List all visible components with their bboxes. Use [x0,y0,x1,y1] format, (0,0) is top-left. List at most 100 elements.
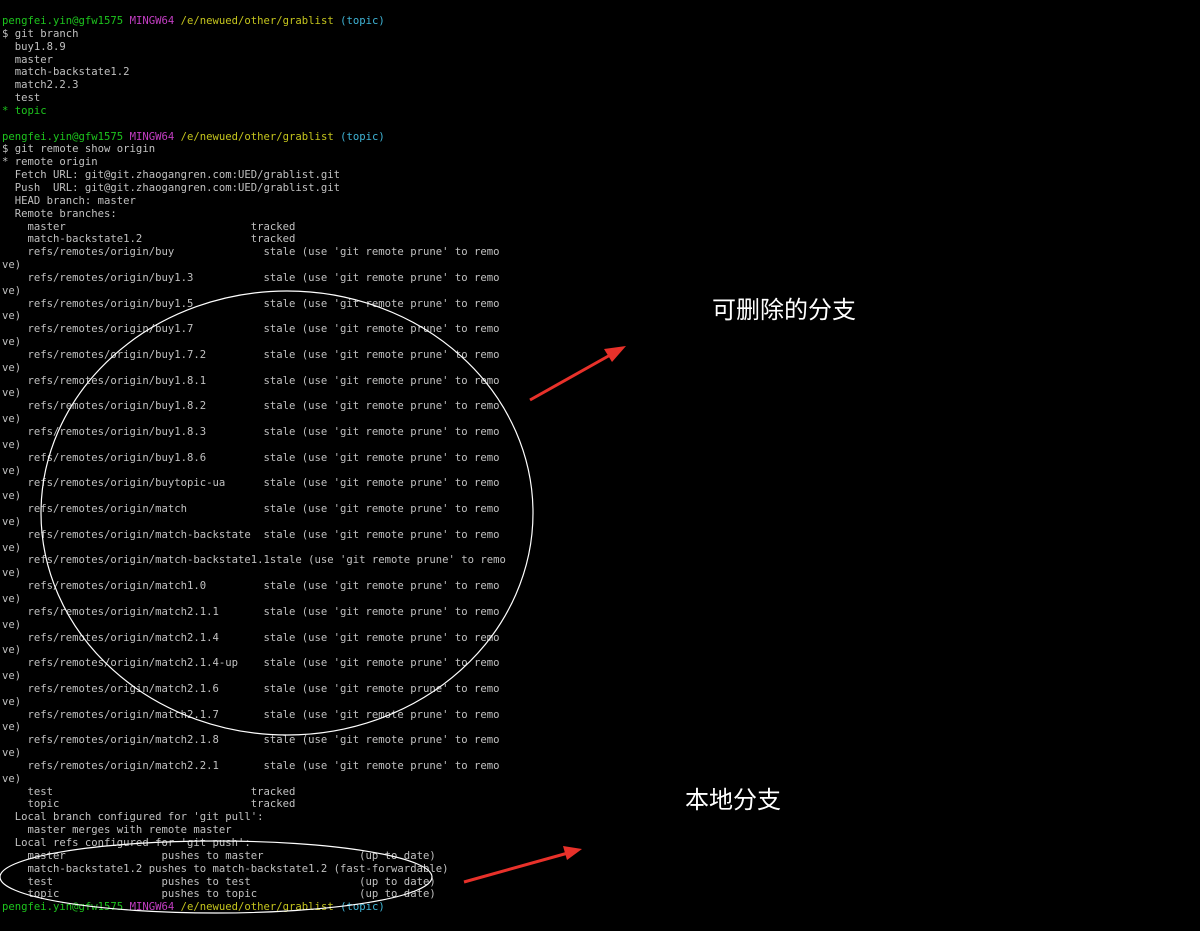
stale-ref-status: stale (use 'git remote prune' to remo [263,426,500,438]
stale-ref-status: stale (use 'git remote prune' to remo [263,759,500,772]
current-branch-item: * topic [2,105,762,118]
prompt-user: pengfei.yin@gfw1575 [2,130,124,143]
remote-info-line: master tracked [2,220,296,233]
stale-ref-status: stale (use 'git remote prune' to remo [263,323,500,336]
stale-ref-status: stale (use 'git remote prune' to remo [263,246,500,259]
stale-ref-status: stale (use 'git remote prune' to remo [263,657,500,670]
prompt-line: pengfei.yin@gfw1575 MINGW64 /e/newued/ot… [2,131,762,144]
stale-ref-wrap: ve) [2,772,22,785]
prompt-line: pengfei.yin@gfw1575 MINGW64 /e/newued/ot… [2,901,762,914]
stale-ref-name: refs/remotes/origin/match2.1.4-up [2,657,264,670]
stale-ref-wrap: ve) [2,336,22,349]
remote-info-line: match-backstate1.2 tracked [2,233,296,246]
stale-ref-wrap: ve) [2,464,22,477]
stale-ref-status: stale (use 'git remote prune' to remo [263,682,500,695]
remote-info-line: match-backstate1.2 pushes to match-backs… [2,862,449,875]
stale-ref-wrap: ve) [2,387,22,400]
stale-ref-name: refs/remotes/origin/match2.1.7 [2,708,264,721]
prompt-system: MINGW64 [129,901,175,914]
stale-ref-wrap: ve) [2,361,22,374]
prompt-system: MINGW64 [129,15,175,27]
command-text: $ git branch [2,27,79,40]
stale-ref-status: stale (use 'git remote prune' to remo [263,348,500,361]
stale-ref-name: refs/remotes/origin/buy [2,246,264,259]
stale-ref-name: refs/remotes/origin/match2.2.1 [2,759,264,772]
stale-ref-wrap: ve) [2,695,22,708]
stale-ref-name: refs/remotes/origin/buy1.8.6 [2,451,264,464]
stale-ref-line: refs/remotes/origin/match-backstate stal… [2,529,762,542]
stale-ref-wrap: ve) [2,541,22,554]
stale-ref-name: refs/remotes/origin/buy1.8.1 [2,374,264,387]
stale-ref-wrap: ve) [2,721,22,734]
stale-ref-status: stale (use 'git remote prune' to remo [263,528,500,541]
stale-ref-name: refs/remotes/origin/match2.1.1 [2,605,264,618]
remote-info-line: Fetch URL: git@git.zhaogangren.com:UED/g… [2,169,341,182]
stale-ref-status: stale (use 'git remote prune' to remo [263,605,500,618]
branch-name: master [2,53,54,66]
stale-ref-wrap: ve) [2,438,22,451]
stale-ref-status: stale (use 'git remote prune' to remo [263,734,500,747]
stale-ref-line: refs/remotes/origin/buy1.8.2 stale (use … [2,400,762,413]
stale-ref-name: refs/remotes/origin/match-backstate1.1 [2,554,270,567]
branch-name: buy1.8.9 [2,40,66,53]
stale-ref-status: stale (use 'git remote prune' to remo [263,374,500,387]
stale-ref-line: refs/remotes/origin/buy stale (use 'git … [2,246,762,259]
stale-ref-wrap: ve) [2,567,22,580]
stale-ref-name: refs/remotes/origin/buy1.8.3 [2,426,264,438]
stale-ref-line: refs/remotes/origin/match2.1.4-up stale … [2,657,762,670]
remote-info-line: topic pushes to topic (up to date) [2,888,436,901]
remote-info-line: topic tracked [2,798,296,811]
command-line: $ git branch [2,28,762,41]
stale-ref-wrap: ve) [2,618,22,631]
stale-ref-wrap: ve) [2,515,22,528]
stale-ref-name: refs/remotes/origin/buy1.7 [2,323,264,336]
remote-info-line: * remote origin [2,156,98,169]
stale-ref-line: refs/remotes/origin/buy1.7.2 stale (use … [2,349,762,362]
remote-info-line: test tracked [2,785,296,798]
branch-name: match-backstate1.2 [2,66,130,79]
stale-ref-wrap: ve) [2,644,22,657]
branch-name: test [2,92,41,105]
prompt-path: /e/newued/other/grablist [180,130,334,143]
prompt-branch: (topic) [340,901,385,914]
stale-ref-status: stale (use 'git remote prune' to remo [263,631,500,644]
stale-ref-name: refs/remotes/origin/match [2,503,264,516]
remote-info-line: Local branch configured for 'git pull': [2,811,264,824]
prompt-path: /e/newued/other/grablist [180,901,334,914]
stale-ref-line: refs/remotes/origin/match stale (use 'gi… [2,503,762,516]
stale-ref-wrap: ve) [2,284,22,297]
remote-info-line: HEAD branch: master [2,194,136,207]
remote-info-line: master merges with remote master [2,824,232,837]
branch-item: master [2,54,762,67]
prompt-user: pengfei.yin@gfw1575 [2,901,124,914]
prompt-branch: (topic) [340,130,385,143]
remote-info-line: Remote branches: [2,207,117,220]
stale-ref-wrap: ve) [2,747,22,760]
prompt-path: /e/newued/other/grablist [180,15,334,27]
stale-ref-line: refs/remotes/origin/match2.1.6 stale (us… [2,683,762,696]
command-line: $ git remote show origin [2,143,762,156]
stale-ref-name: refs/remotes/origin/match2.1.8 [2,734,264,747]
stale-ref-line: refs/remotes/origin/buy1.8.1 stale (use … [2,375,762,388]
stale-ref-name: refs/remotes/origin/buytopic-ua [2,477,264,490]
stale-ref-wrap: ve) [2,490,22,503]
stale-ref-status: stale (use 'git remote prune' to remo [263,400,500,413]
remote-info-line: Local refs configured for 'git push': [2,837,251,849]
stale-ref-status: stale (use 'git remote prune' to remo [263,708,500,721]
stale-ref-name: refs/remotes/origin/match-backstate [2,528,264,541]
stale-ref-status: stale (use 'git remote prune' to remo [263,297,500,310]
current-branch-name: * topic [2,104,47,117]
stale-ref-line: refs/remotes/origin/buy1.7 stale (use 'g… [2,323,762,336]
stale-ref-wrap: ve) [2,413,22,426]
remote-info-line: master pushes to master (up to date) [2,849,436,862]
command-text: $ git remote show origin [2,143,156,156]
terminal-output[interactable]: pengfei.yin@gfw1575 MINGW64 /e/newued/ot… [2,15,762,914]
stale-ref-wrap: ve) [2,259,22,272]
stale-ref-status: stale (use 'git remote prune' to remo [263,503,500,516]
stale-ref-status: stale (use 'git remote prune' to remo [263,451,500,464]
prompt-system: MINGW64 [129,130,175,143]
stale-ref-name: refs/remotes/origin/match2.1.4 [2,631,264,644]
stale-ref-line: refs/remotes/origin/buy1.3 stale (use 'g… [2,272,762,285]
stale-ref-name: refs/remotes/origin/buy1.8.2 [2,400,264,413]
